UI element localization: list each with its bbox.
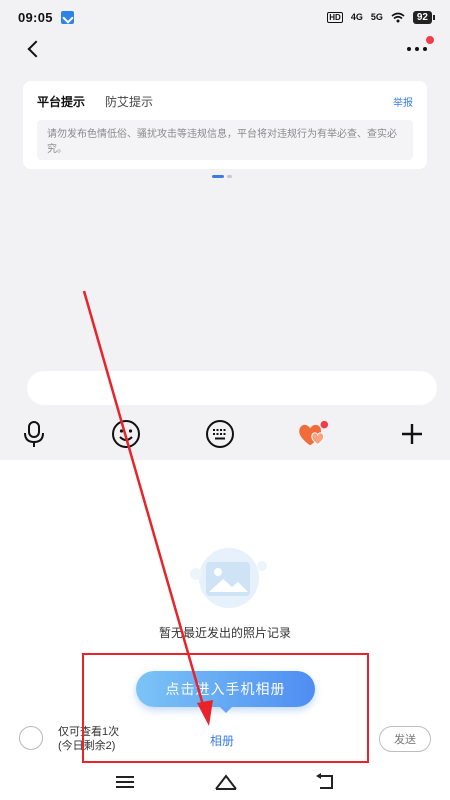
album-tab[interactable]: 相册 [210,732,234,749]
hd-indicator: HD [327,11,343,23]
status-time: 09:05 [18,9,53,25]
nav-menu-button[interactable] [111,770,139,794]
report-link[interactable]: 举报 [393,94,413,109]
nav-home-button[interactable] [212,770,240,794]
status-indicators: HD 4G 5G 92 [327,10,436,24]
battery-indicator: 92 [412,10,436,24]
open-album-button[interactable]: 点击进入手机相册 [136,671,315,713]
keyboard-icon [206,420,234,448]
plus-icon [402,424,422,444]
back-button[interactable] [18,34,48,64]
tips-message: 请勿发布色情低俗、骚扰攻击等违规信息，平台将对违规行为有举必查、查实必究。 [37,120,413,160]
view-once-radio[interactable] [19,726,43,750]
empty-state-text: 暂无最近发出的照片记录 [158,626,291,640]
home-icon [215,774,237,790]
message-input[interactable] [27,371,437,405]
chevron-left-icon [27,40,45,58]
view-once-line1: 仅可查看1次 [58,726,120,738]
more-actions-button[interactable] [396,418,428,450]
page-indicator [212,175,232,178]
page-dot-active [212,175,224,178]
back-icon [316,773,333,789]
network-4g-indicator: 4G [350,12,363,22]
gift-button[interactable] [297,418,329,450]
status-bar: 09:05 HD 4G 5G 92 [0,0,450,34]
notification-dot [426,36,434,44]
system-nav-bar [0,764,450,800]
send-button[interactable]: 发送 [379,726,431,752]
keyboard-button[interactable] [204,418,236,450]
menu-icon [116,776,134,788]
heart-gift-icon [299,420,329,446]
microphone-icon [24,421,44,447]
app-notification-icon [60,10,74,24]
emoji-button[interactable] [110,418,142,450]
more-options-button[interactable] [402,36,434,62]
wifi-icon [391,12,405,22]
view-once-line2: (今日剩余2) [58,740,116,752]
emoji-icon [112,420,140,448]
voice-button[interactable] [18,418,50,450]
view-once-label: 仅可查看1次 (今日剩余2) [58,725,119,753]
tab-aids-prevention-tips[interactable]: 防艾提示 [105,93,153,110]
input-toolbar [0,410,450,458]
network-5g-indicator: 5G [370,12,383,22]
tab-platform-tips[interactable]: 平台提示 [37,93,85,110]
tips-card: 平台提示 防艾提示 举报 请勿发布色情低俗、骚扰攻击等违规信息，平台将对违规行为… [23,81,427,169]
nav-back-button[interactable] [311,770,339,794]
page-dot [227,175,232,178]
more-horizontal-icon [407,47,411,51]
photo-placeholder-icon [190,548,267,608]
